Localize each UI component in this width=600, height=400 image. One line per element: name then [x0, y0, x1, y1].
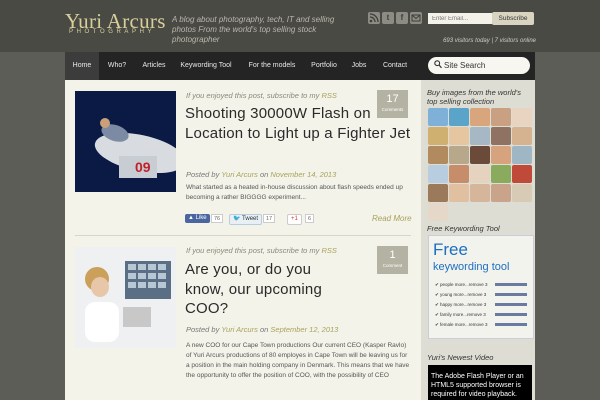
video-heading: Yuri's Newest Video	[427, 353, 494, 362]
visitor-count: 693 visitors today | 7 visitors online	[443, 38, 536, 44]
rss-prompt: If you enjoyed this post, subscribe to m…	[186, 246, 337, 255]
site-search[interactable]: Site Search	[428, 57, 530, 74]
main-content: 09 If you enjoyed this post, subscribe t…	[65, 80, 421, 400]
nav-contact[interactable]: Contact	[375, 52, 415, 80]
author-link[interactable]: Yuri Arcurs	[221, 325, 258, 334]
read-more-link[interactable]: Read More	[372, 214, 412, 223]
gplus-count: 6	[305, 214, 315, 223]
kw-row: ✔ young more...remove 3	[435, 292, 487, 297]
rss-link[interactable]: RSS	[322, 91, 337, 100]
search-icon	[434, 60, 442, 69]
video-player[interactable]: The Adobe Flash Player or an HTML5 suppo…	[428, 365, 532, 400]
keywording-tool-banner[interactable]: Free keywording tool ✔ people more...rem…	[428, 235, 534, 339]
post-meta: Posted by Yuri Arcurs on November 14, 20…	[186, 170, 337, 179]
nav-articles[interactable]: Articles	[135, 52, 173, 80]
date-link[interactable]: September 12, 2013	[270, 325, 338, 334]
sidebar: Buy images from the world's top selling …	[421, 80, 535, 400]
nav-who[interactable]: Who?	[99, 52, 135, 80]
gplus-button[interactable]: +1	[287, 214, 302, 225]
kw-row: ✔ people more...remove 3	[435, 282, 488, 287]
kw-row: ✔ family more...remove 3	[435, 312, 486, 317]
nav-for-the-models[interactable]: For the models	[239, 52, 305, 80]
nav-keywording-tool[interactable]: Keywording Tool	[173, 52, 239, 80]
site-tagline: A blog about photography, tech, IT and s…	[172, 15, 335, 44]
like-count: 76	[211, 214, 224, 223]
post-excerpt: A new COO for our Cape Town productions …	[186, 342, 410, 379]
kw-tool-text: keywording tool	[433, 261, 510, 273]
kw-row: ✔ happy more...remove 3	[435, 302, 487, 307]
comment-badge[interactable]: 17 Comments	[377, 90, 408, 118]
rss-prompt: If you enjoyed this post, subscribe to m…	[186, 91, 337, 100]
tweet-button[interactable]: 🐦 Tweet	[229, 214, 263, 225]
post-thumbnail[interactable]: 09	[75, 91, 176, 192]
author-link[interactable]: Yuri Arcurs	[221, 170, 258, 179]
nav-portfolio[interactable]: Portfolio	[305, 52, 343, 80]
keywording-heading: Free Keywording Tool	[427, 224, 500, 233]
nav-jobs[interactable]: Jobs	[343, 52, 375, 80]
email-field[interactable]	[428, 13, 492, 24]
post-thumbnail[interactable]	[75, 247, 176, 348]
rss-link[interactable]: RSS	[322, 246, 337, 255]
facebook-like-button[interactable]: ▲ Like	[185, 214, 210, 223]
nav-home[interactable]: Home	[65, 52, 99, 80]
date-link[interactable]: November 14, 2013	[270, 170, 336, 179]
tweet-count: 17	[263, 214, 276, 223]
facebook-icon[interactable]: f	[396, 12, 408, 24]
subscribe-button[interactable]: Subscribe	[492, 12, 534, 25]
post-title[interactable]: Are you, or do you know, our upcoming CO…	[185, 260, 345, 319]
rss-icon[interactable]	[368, 12, 380, 24]
post-meta: Posted by Yuri Arcurs on September 12, 2…	[186, 325, 339, 334]
email-icon[interactable]	[410, 12, 422, 24]
buy-images-heading: Buy images from the world's top selling …	[427, 88, 521, 106]
svg-text:09: 09	[135, 159, 151, 175]
search-label: Site Search	[444, 61, 486, 70]
kw-row: ✔ female more...remove 3	[435, 322, 488, 327]
post-divider	[75, 235, 411, 236]
post-excerpt: What started as a heated in-house discus…	[186, 184, 403, 201]
logo-subtitle: PHOTOGRAPHY	[69, 29, 156, 35]
comment-badge[interactable]: 1 Comment	[377, 246, 408, 274]
twitter-icon[interactable]: t	[382, 12, 394, 24]
kw-free-text: Free	[433, 240, 468, 259]
